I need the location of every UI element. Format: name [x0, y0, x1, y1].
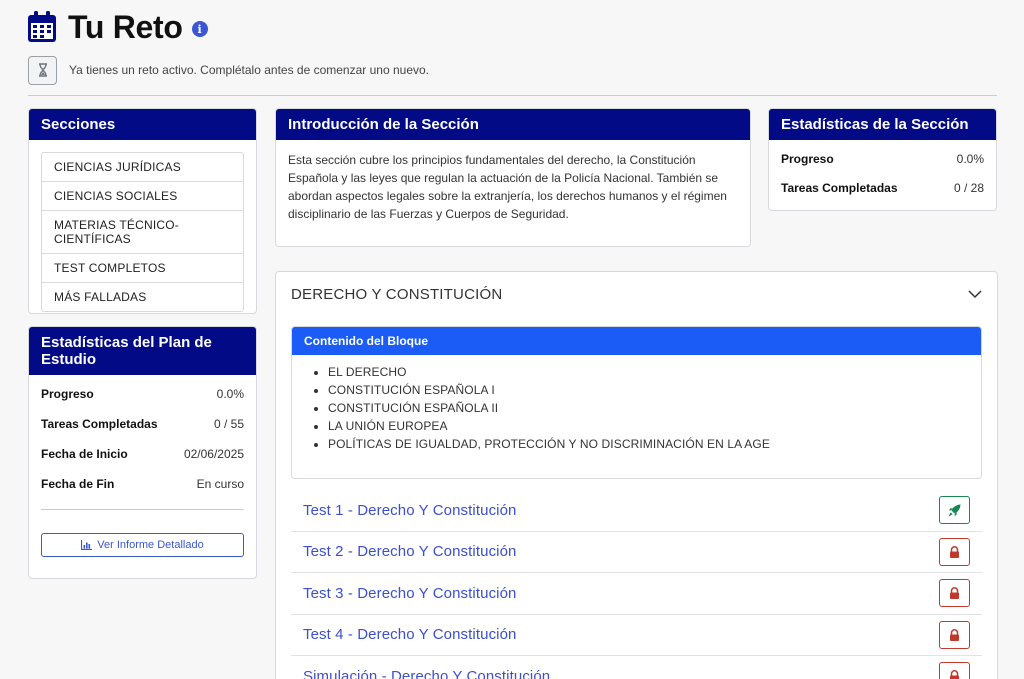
chart-icon — [81, 540, 93, 550]
start-test-button[interactable] — [939, 496, 970, 525]
locked-test-button[interactable] — [939, 537, 970, 566]
block-title: DERECHO Y CONSTITUCIÓN — [291, 285, 503, 303]
test-row: Test 3 - Derecho Y Constitución — [291, 573, 982, 615]
test-row: Test 1 - Derecho Y Constitución — [291, 490, 982, 532]
locked-test-button[interactable] — [939, 662, 970, 679]
rocket-icon — [948, 504, 961, 517]
lock-icon — [950, 587, 959, 600]
section-item-ciencias-sociales[interactable]: CIENCIAS SOCIALES — [42, 182, 243, 211]
page-title: Tu Reto — [68, 8, 183, 45]
plan-tasks-value: 0 / 55 — [213, 417, 244, 431]
content-item: EL DERECHO — [328, 363, 969, 381]
block-content-box: Contenido del Bloque EL DERECHO CONSTITU… — [291, 326, 982, 479]
alert-text: Ya tienes un reto activo. Complétalo ant… — [69, 63, 429, 77]
section-progress-value: 0.0% — [956, 152, 984, 166]
section-item-ciencias-juridicas[interactable]: CIENCIAS JURÍDICAS — [42, 153, 243, 182]
plan-progress-label: Progreso — [41, 387, 94, 401]
plan-end-row: Fecha de Fin En curso — [41, 477, 244, 507]
section-tasks-value: 0 / 28 — [953, 181, 984, 195]
content-item: POLÍTICAS DE IGUALDAD, PROTECCIÓN Y NO D… — [328, 435, 969, 453]
section-item-test-completos[interactable]: TEST COMPLETOS — [42, 254, 243, 283]
plan-stats-title: Estadísticas del Plan de Estudio — [29, 327, 256, 375]
test-link[interactable]: Test 3 - Derecho Y Constitución — [303, 585, 517, 602]
active-challenge-alert: Ya tienes un reto activo. Complétalo ant… — [28, 55, 429, 85]
plan-end-label: Fecha de Fin — [41, 477, 115, 491]
plan-stats-card: Estadísticas del Plan de Estudio Progres… — [28, 326, 257, 579]
test-row: Simulación - Derecho Y Constitución — [291, 656, 982, 679]
header-divider — [28, 95, 997, 96]
page-header: Tu Reto i — [27, 8, 208, 46]
info-icon[interactable]: i — [191, 21, 208, 37]
lock-icon — [950, 545, 959, 558]
content-item: CONSTITUCIÓN ESPAÑOLA II — [328, 399, 969, 417]
calendar-icon — [28, 11, 56, 42]
test-link[interactable]: Test 4 - Derecho Y Constitución — [303, 626, 517, 643]
lock-icon — [950, 628, 959, 641]
content-item: CONSTITUCIÓN ESPAÑOLA I — [328, 381, 969, 399]
plan-start-row: Fecha de Inicio 02/06/2025 — [41, 447, 244, 477]
test-link[interactable]: Simulación - Derecho Y Constitución — [303, 668, 550, 679]
sections-title: Secciones — [29, 109, 256, 140]
section-item-materias-tecnico-cientificas[interactable]: MATERIAS TÉCNICO-CIENTÍFICAS — [42, 211, 243, 254]
lock-icon — [950, 670, 959, 679]
test-row: Test 4 - Derecho Y Constitución — [291, 615, 982, 656]
chevron-down-icon[interactable] — [968, 287, 982, 301]
plan-progress-row: Progreso 0.0% — [41, 387, 244, 417]
test-row: Test 2 - Derecho Y Constitución — [291, 532, 982, 573]
locked-test-button[interactable] — [939, 620, 970, 649]
section-tasks-label: Tareas Completadas — [781, 181, 898, 195]
intro-card: Introducción de la Sección Esta sección … — [275, 108, 751, 247]
tests-list: Test 1 - Derecho Y Constitución Test 2 -… — [291, 490, 982, 679]
plan-end-value: En curso — [196, 477, 244, 491]
test-link[interactable]: Test 1 - Derecho Y Constitución — [303, 502, 517, 519]
plan-tasks-label: Tareas Completadas — [41, 417, 158, 431]
plan-tasks-row: Tareas Completadas 0 / 55 — [41, 417, 244, 447]
section-tasks-row: Tareas Completadas 0 / 28 — [781, 181, 984, 210]
view-report-label: Ver Informe Detallado — [97, 539, 204, 551]
accordion-header[interactable]: DERECHO Y CONSTITUCIÓN — [276, 272, 997, 316]
section-item-mas-falladas[interactable]: MÁS FALLADAS — [42, 283, 243, 311]
locked-test-button[interactable] — [939, 579, 970, 608]
block-content-title: Contenido del Bloque — [292, 327, 981, 355]
intro-title: Introducción de la Sección — [276, 109, 750, 140]
sections-list: CIENCIAS JURÍDICAS CIENCIAS SOCIALES MAT… — [41, 152, 244, 312]
intro-text: Esta sección cubre los principios fundam… — [288, 153, 727, 221]
block-accordion: DERECHO Y CONSTITUCIÓN Contenido del Blo… — [275, 271, 998, 679]
plan-start-label: Fecha de Inicio — [41, 447, 128, 461]
section-stats-card: Estadísticas de la Sección Progreso 0.0%… — [768, 108, 997, 211]
section-progress-row: Progreso 0.0% — [781, 152, 984, 181]
block-content-list: EL DERECHO CONSTITUCIÓN ESPAÑOLA I CONST… — [292, 355, 981, 453]
section-progress-label: Progreso — [781, 152, 834, 166]
hourglass-icon — [28, 55, 57, 85]
plan-progress-value: 0.0% — [216, 387, 244, 401]
view-report-button[interactable]: Ver Informe Detallado — [41, 533, 244, 557]
sections-card: Secciones CIENCIAS JURÍDICAS CIENCIAS SO… — [28, 108, 257, 314]
content-item: LA UNIÓN EUROPEA — [328, 417, 969, 435]
plan-divider — [41, 509, 244, 510]
section-stats-title: Estadísticas de la Sección — [769, 109, 996, 140]
test-link[interactable]: Test 2 - Derecho Y Constitución — [303, 543, 517, 560]
plan-start-value: 02/06/2025 — [183, 447, 244, 461]
